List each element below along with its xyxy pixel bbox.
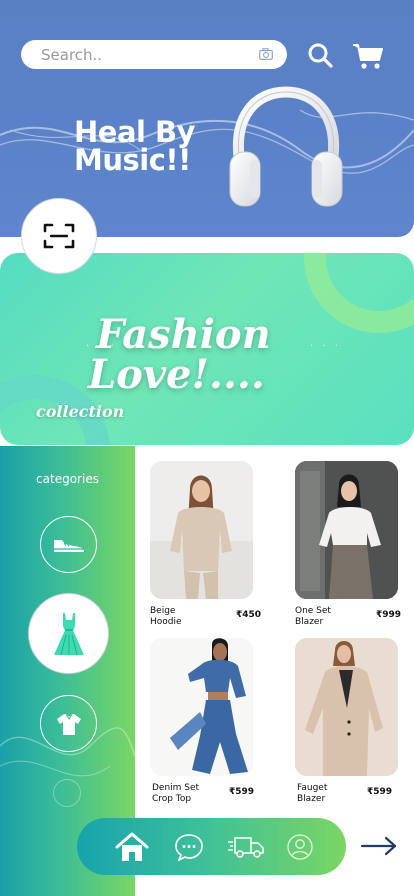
product-name-line1: Fauget <box>297 783 328 793</box>
nav-profile[interactable] <box>283 830 317 864</box>
category-tshirts[interactable] <box>40 695 97 752</box>
search-input[interactable] <box>41 45 251 64</box>
product-image-one-set-blazer[interactable] <box>295 461 398 599</box>
product-name-line1: Denim Set <box>152 783 200 793</box>
dress-icon <box>53 612 84 655</box>
fashion-title-line2: Love!.... <box>88 351 265 398</box>
product-photo <box>150 461 253 599</box>
chat-icon <box>175 834 203 861</box>
headphones-image <box>229 86 343 207</box>
product-name-line2: Blazer <box>295 617 324 627</box>
fashion-subtitle: collection <box>36 402 125 421</box>
product-name-line1: Beige <box>150 606 176 616</box>
product-name: Fauget Blazer <box>297 783 327 805</box>
tshirt-icon <box>56 713 81 735</box>
category-more[interactable] <box>53 779 81 807</box>
product-photo <box>295 461 398 599</box>
product-photo <box>150 638 253 776</box>
product-name-line2: Blazer <box>297 794 326 804</box>
product-image-denim-set[interactable] <box>150 638 253 776</box>
product-image-fauget-blazer[interactable] <box>295 638 398 776</box>
arrow-right-icon[interactable] <box>360 836 398 856</box>
product-name-line1: One Set <box>295 606 331 616</box>
nav-chat[interactable] <box>172 830 206 864</box>
product-image-beige-hoodie[interactable] <box>150 461 253 599</box>
scan-icon <box>43 223 75 249</box>
product-name: One Set Blazer <box>295 606 331 628</box>
bottom-nav <box>77 818 346 875</box>
nav-home[interactable] <box>115 830 149 864</box>
shoe-icon <box>53 539 84 552</box>
cart-icon[interactable] <box>352 42 384 70</box>
product-price: ₹450 <box>236 610 262 620</box>
scan-button[interactable] <box>21 198 97 274</box>
product-name: Beige Hoodie <box>150 606 182 628</box>
delivery-truck-icon <box>228 837 264 858</box>
product-photo <box>295 638 398 776</box>
category-dresses[interactable] <box>28 593 109 674</box>
home-icon <box>115 832 149 861</box>
profile-icon <box>287 834 313 860</box>
nav-delivery[interactable] <box>227 830 265 864</box>
product-price: ₹999 <box>376 610 402 620</box>
product-price: ₹599 <box>367 787 393 797</box>
camera-icon[interactable] <box>259 48 273 60</box>
fashion-title: Fashion Love!.... <box>88 315 336 395</box>
fashion-banner[interactable]: · · · · · · Fashion Love!.... collection <box>0 253 414 445</box>
product-name: Denim Set Crop Top <box>152 783 199 805</box>
search-bar[interactable] <box>21 40 287 69</box>
banner-title: Heal By Music!! <box>74 115 196 177</box>
categories-label: categories <box>36 472 99 486</box>
category-shoes[interactable] <box>40 516 97 573</box>
search-icon[interactable] <box>307 42 333 68</box>
product-price: ₹599 <box>229 787 255 797</box>
product-name-line2: Hoodie <box>150 617 182 627</box>
product-name-line2: Crop Top <box>152 794 192 804</box>
